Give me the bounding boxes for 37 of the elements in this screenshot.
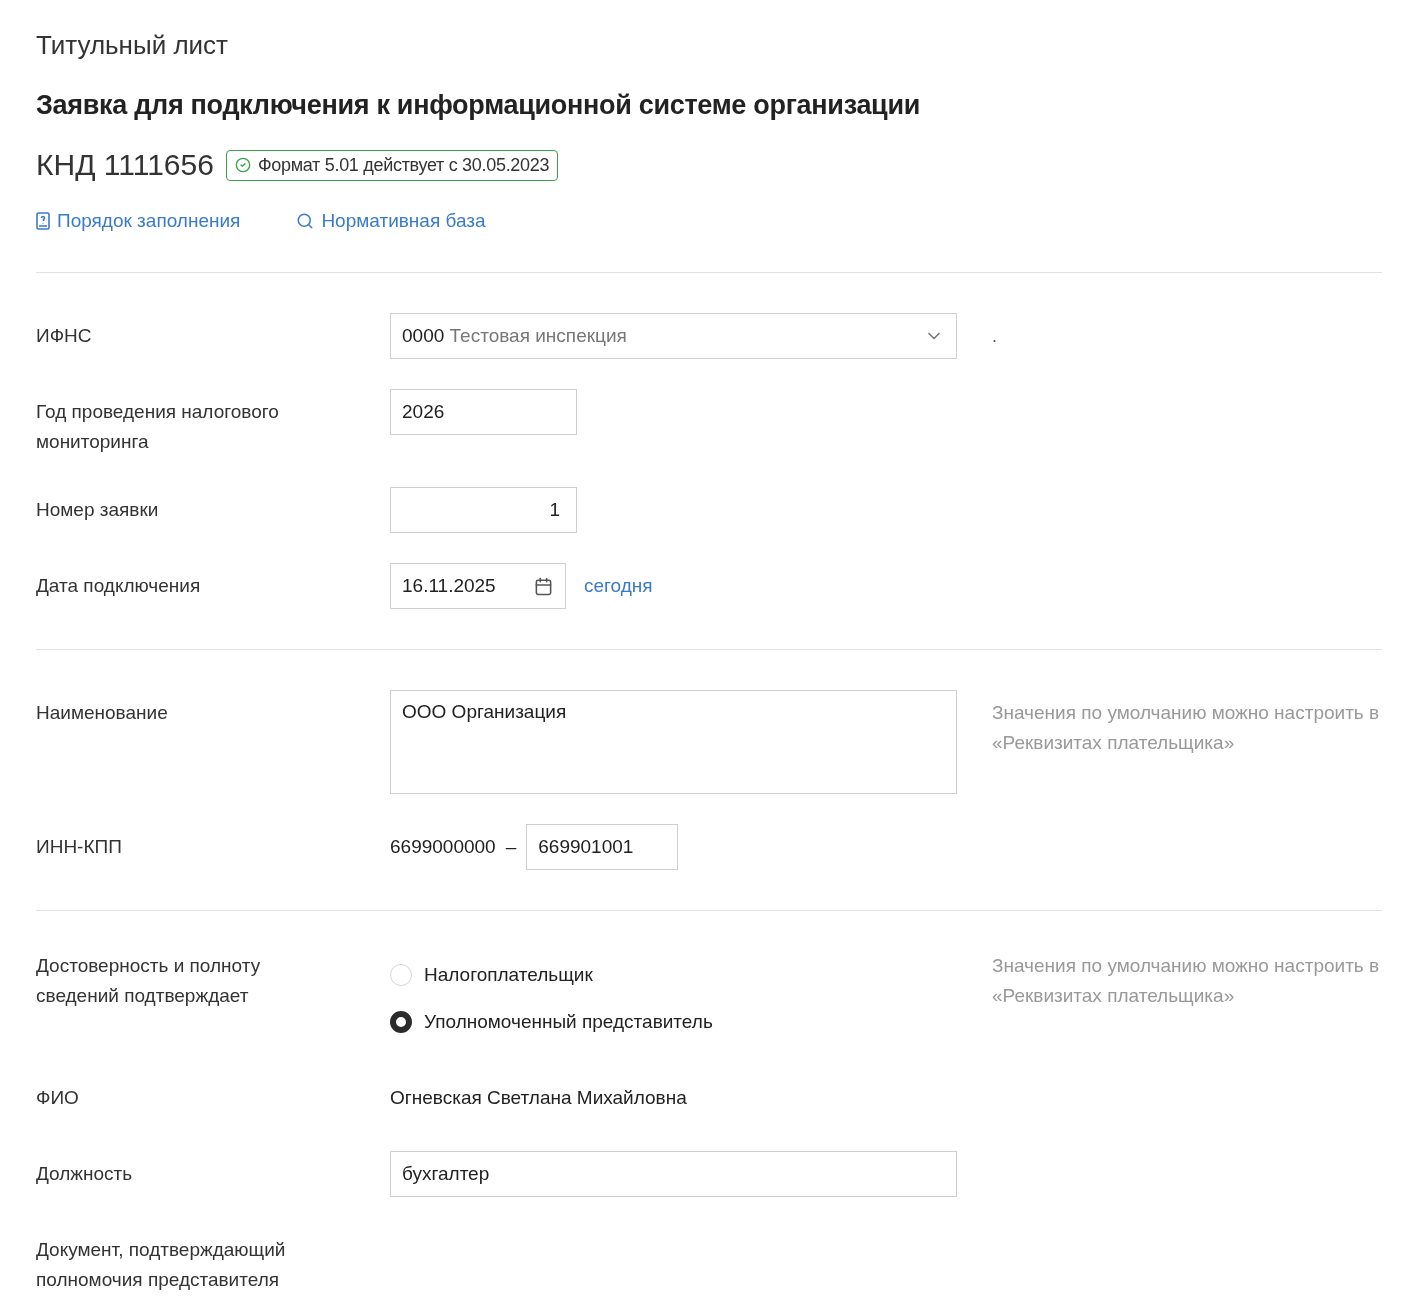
format-badge: Формат 5.01 действует с 30.05.2023 [225, 149, 559, 181]
hint-text: Значения по умолчанию можно настроить в «Реквизитах плательщика» [992, 701, 1381, 755]
calendar-icon[interactable] [534, 576, 553, 596]
fio-value: Огневская Светлана Михайловна [390, 1086, 688, 1110]
kpp-field[interactable]: 669901001 [526, 824, 679, 870]
number-field[interactable]: 1 [390, 487, 577, 533]
field-label: Документ, подтверждающий полномочия представителя [36, 1238, 287, 1292]
radio-option[interactable]: Уполномоченный представитель [390, 998, 957, 1045]
text-field[interactable]: 2026 [390, 389, 577, 435]
today-link[interactable]: сегодня [584, 563, 653, 609]
book-icon [36, 212, 50, 230]
text-field[interactable]: бухгалтер [390, 1151, 957, 1197]
hint-text: Значения по умолчанию можно настроить в «Реквизитах плательщика» [992, 954, 1381, 1008]
field-label: Дата подключения [36, 574, 202, 598]
inspection-select[interactable]: 0000 Тестовая инспекция [390, 313, 957, 359]
field-label: ИНН-КПП [36, 835, 123, 859]
knd-code: КНД 1111656 [36, 148, 214, 182]
note-mark: . [992, 325, 998, 348]
radio-icon[interactable] [390, 1010, 412, 1033]
page-title: Заявка для подключения к информационной системе организации [36, 89, 921, 122]
field-label: Наименование [36, 701, 169, 725]
field-label: ФИО [36, 1086, 80, 1110]
dash: – [505, 835, 517, 859]
date-field[interactable]: 16.11.2025 [390, 563, 566, 609]
field-label: ИФНС [36, 324, 93, 348]
inn-value: 6699000000 [390, 835, 496, 859]
name-textarea[interactable]: ООО Организация [390, 690, 957, 794]
field-label: Должность [36, 1162, 134, 1186]
field-label: Номер заявки [36, 498, 160, 522]
check-circle-icon [234, 157, 251, 173]
search-icon [296, 212, 315, 230]
help-link[interactable]: Нормативная база [296, 210, 486, 232]
field-label: Год проведения налогового мониторинга [36, 400, 280, 454]
radio-option[interactable]: Налогоплательщик [390, 951, 957, 998]
field-label: Достоверность и полноту сведений подтверждает [36, 954, 262, 1008]
page-subtitle: Титульный лист [36, 29, 229, 62]
help-link[interactable]: Порядок заполнения [36, 210, 241, 232]
